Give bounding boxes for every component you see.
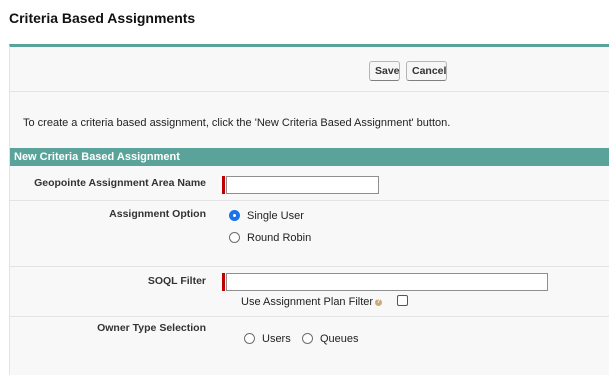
button-bar: Save Cancel — [10, 47, 609, 92]
area-name-label: Geopointe Assignment Area Name — [34, 177, 206, 189]
row-divider — [10, 316, 609, 317]
section-header: New Criteria Based Assignment — [10, 148, 609, 166]
use-assignment-plan-filter-checkbox[interactable] — [397, 295, 408, 306]
required-indicator — [222, 273, 225, 291]
page-title: Criteria Based Assignments — [9, 10, 196, 26]
radio-button[interactable] — [302, 333, 313, 344]
assignment-option-label: Assignment Option — [109, 208, 206, 220]
row-divider — [10, 266, 609, 267]
cancel-button[interactable]: Cancel — [406, 61, 447, 81]
radio-label: Round Robin — [247, 232, 312, 244]
area-name-input[interactable] — [226, 176, 379, 194]
radio-button[interactable] — [244, 333, 255, 344]
soql-filter-textarea[interactable] — [226, 273, 548, 291]
radio-label: Queues — [320, 333, 359, 345]
owner-type-label: Owner Type Selection — [97, 322, 206, 334]
soql-filter-label: SOQL Filter — [147, 275, 206, 287]
info-message: To create a criteria based assignment, c… — [23, 117, 451, 129]
help-icon[interactable]: ? — [375, 299, 382, 306]
radio-label: Users — [262, 333, 291, 345]
assignment-panel: Save Cancel To create a criteria based a… — [9, 44, 609, 375]
radio-label: Single User — [247, 210, 304, 222]
save-button[interactable]: Save — [369, 61, 400, 81]
radio-button[interactable] — [229, 232, 240, 243]
radio-button-selected[interactable] — [229, 210, 240, 221]
row-divider — [10, 200, 609, 201]
page-header: Criteria Based Assignments — [0, 0, 609, 38]
use-assignment-plan-filter-label: Use Assignment Plan Filter — [241, 296, 374, 308]
required-indicator — [222, 176, 225, 194]
